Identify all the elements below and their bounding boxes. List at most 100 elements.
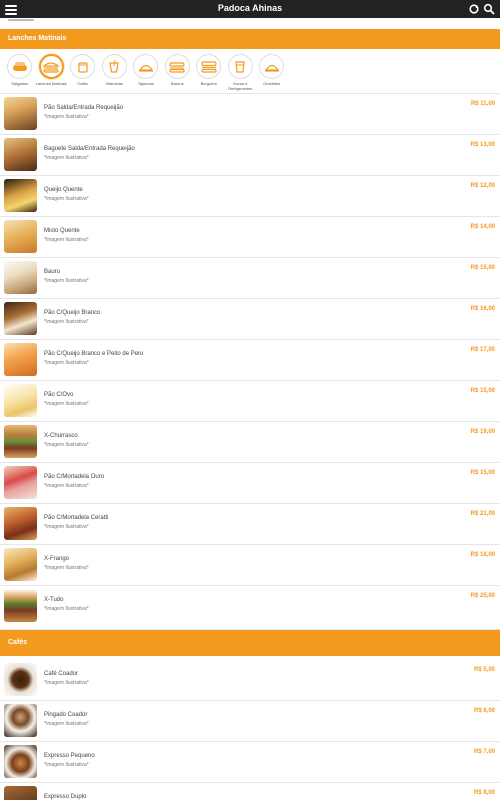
item-price: R$ 14,00 [470,224,495,230]
menu-item-row[interactable]: Expresso Duplo R$ 8,00 [0,783,500,800]
item-note: *Imagem Ilustrativa* [44,278,89,284]
category-lanches-matinais[interactable]: Lanches Matinais [36,51,68,93]
menu-item-row[interactable]: X-Churrasco *Imagem Ilustrativa* R$ 19,0… [0,422,500,463]
category-salgados[interactable]: Salgados [4,51,36,93]
item-name: Baguete Salda/Entrada Requeijão [44,146,135,152]
category-burguers[interactable]: Burguers [193,51,225,93]
item-name: Pão C/Ovo [44,392,74,398]
item-name: Expresso Pequeno [44,753,95,759]
category-omeletes[interactable]: Omeletes [256,51,288,93]
search-icon[interactable] [483,3,495,15]
item-price: R$ 19,00 [470,429,495,435]
item-note: *Imagem Ilustrativa* [44,114,89,120]
food-photo [4,466,37,499]
item-note: *Imagem Ilustrativa* [44,442,89,448]
item-price: R$ 16,00 [470,306,495,312]
menu-item-row[interactable]: X-Tudo *Imagem Ilustrativa* R$ 25,00 [0,586,500,630]
food-photo [4,97,37,130]
category-tapiocas[interactable]: Tapiocas [130,51,162,93]
menu-item-row[interactable]: Pão C/Queijo Branco e Peito de Peru *Ima… [0,340,500,381]
item-note: *Imagem Ilustrativa* [44,360,89,366]
refresh-icon[interactable] [468,3,480,15]
item-price: R$ 11,00 [470,101,495,107]
food-photo [4,663,37,696]
item-name: Pão C/Mortadela Ceratti [44,515,109,521]
item-note: *Imagem Ilustrativa* [44,721,89,727]
item-name: Expresso Duplo [44,794,87,800]
item-note: *Imagem Ilustrativa* [44,606,89,612]
item-price: R$ 17,00 [470,347,495,353]
food-photo [4,507,37,540]
item-note: *Imagem Ilustrativa* [44,237,89,243]
category-label: Baurus [170,81,184,86]
category-sucos-refrigerantes[interactable]: Sucos e Refrigerantes [225,51,257,93]
menu-item-row[interactable]: Pão C/Mortadela Ceratti *Imagem Ilustrat… [0,504,500,545]
smoothie-icon [101,54,127,79]
item-price: R$ 15,00 [470,470,495,476]
category-cafes[interactable]: Cafés [67,51,99,93]
item-note: *Imagem Ilustrativa* [44,680,89,686]
category-carousel: Salgados Lanches Matinais Cafés Vitamina… [0,51,500,94]
menu-item-row[interactable]: Café Coador *Imagem Ilustrativa* R$ 5,00 [0,660,500,701]
item-price: R$ 7,00 [473,749,495,755]
item-note: *Imagem Ilustrativa* [44,196,89,202]
menu-item-row[interactable]: Pão C/Mortadela Ouro *Imagem Ilustrativa… [0,463,500,504]
menu-item-row[interactable]: Pão C/Queijo Branco *Imagem Ilustrativa*… [0,299,500,340]
food-photo [4,745,37,778]
food-photo [4,425,37,458]
category-label: Lanches Matinais [35,81,67,86]
menu-item-row[interactable]: X-Frango *Imagem Ilustrativa* R$ 18,00 [0,545,500,586]
sandwich-icon [38,54,64,79]
item-price: R$ 5,00 [473,667,495,673]
item-name: Pingado Coador [44,712,88,718]
item-price: R$ 25,00 [470,593,495,599]
item-name: Pão Salda/Entrada Requeijão [44,105,124,111]
scroll-indicator [8,19,34,21]
item-name: Bauru [44,269,61,275]
item-note: *Imagem Ilustrativa* [44,319,89,325]
menu-item-row[interactable]: Queijo Quente *Imagem Ilustrativa* R$ 12… [0,176,500,217]
burger-icon [196,54,222,79]
item-note: *Imagem Ilustrativa* [44,565,89,571]
item-note: *Imagem Ilustrativa* [44,155,89,161]
item-note: *Imagem Ilustrativa* [44,524,89,530]
item-name: Queijo Quente [44,187,83,193]
bread-icon [7,54,33,79]
item-name: X-Frango [44,556,70,562]
food-photo [4,302,37,335]
food-photo [4,786,37,800]
section-header-lanches: Lanches Matinais [0,29,500,49]
menu-item-row[interactable]: Pão Salda/Entrada Requeijão *Imagem Ilus… [0,94,500,135]
menu-item-row[interactable]: Expresso Pequeno *Imagem Ilustrativa* R$… [0,742,500,783]
category-label: Vitaminas [105,81,124,86]
item-name: Pão C/Queijo Branco [44,310,101,316]
sandwich-icon [164,54,190,79]
category-label: Cafés [77,81,88,86]
category-vitaminas[interactable]: Vitaminas [99,51,131,93]
item-name: Pão C/Queijo Branco e Peito de Peru [44,351,144,357]
category-label: Burguers [200,81,217,86]
item-price: R$ 12,00 [470,183,495,189]
food-photo [4,384,37,417]
item-name: Café Coador [44,671,79,677]
category-label: Salgados [11,81,29,86]
category-label: Omeletes [263,81,281,86]
category-label: Sucos e Refrigerantes [228,81,253,91]
menu-item-row[interactable]: Baguete Salda/Entrada Requeijão *Imagem … [0,135,500,176]
item-price: R$ 15,00 [470,265,495,271]
item-price: R$ 21,00 [470,511,495,517]
item-price: R$ 8,00 [473,790,495,796]
menu-item-row[interactable]: Bauru *Imagem Ilustrativa* R$ 15,00 [0,258,500,299]
category-baurus[interactable]: Baurus [162,51,194,93]
menu-item-row[interactable]: Pão C/Ovo *Imagem Ilustrativa* R$ 15,00 [0,381,500,422]
food-photo [4,220,37,253]
menu-item-row[interactable]: Pingado Coador *Imagem Ilustrativa* R$ 6… [0,701,500,742]
item-name: X-Churrasco [44,433,78,439]
item-name: X-Tudo [44,597,64,603]
app-bar: Padoca Ahinas [0,0,500,18]
menu-item-row[interactable]: Misto Quente *Imagem Ilustrativa* R$ 14,… [0,217,500,258]
item-price: R$ 15,00 [470,388,495,394]
item-name: Misto Quente [44,228,80,234]
item-note: *Imagem Ilustrativa* [44,483,89,489]
category-label: Tapiocas [137,81,154,86]
